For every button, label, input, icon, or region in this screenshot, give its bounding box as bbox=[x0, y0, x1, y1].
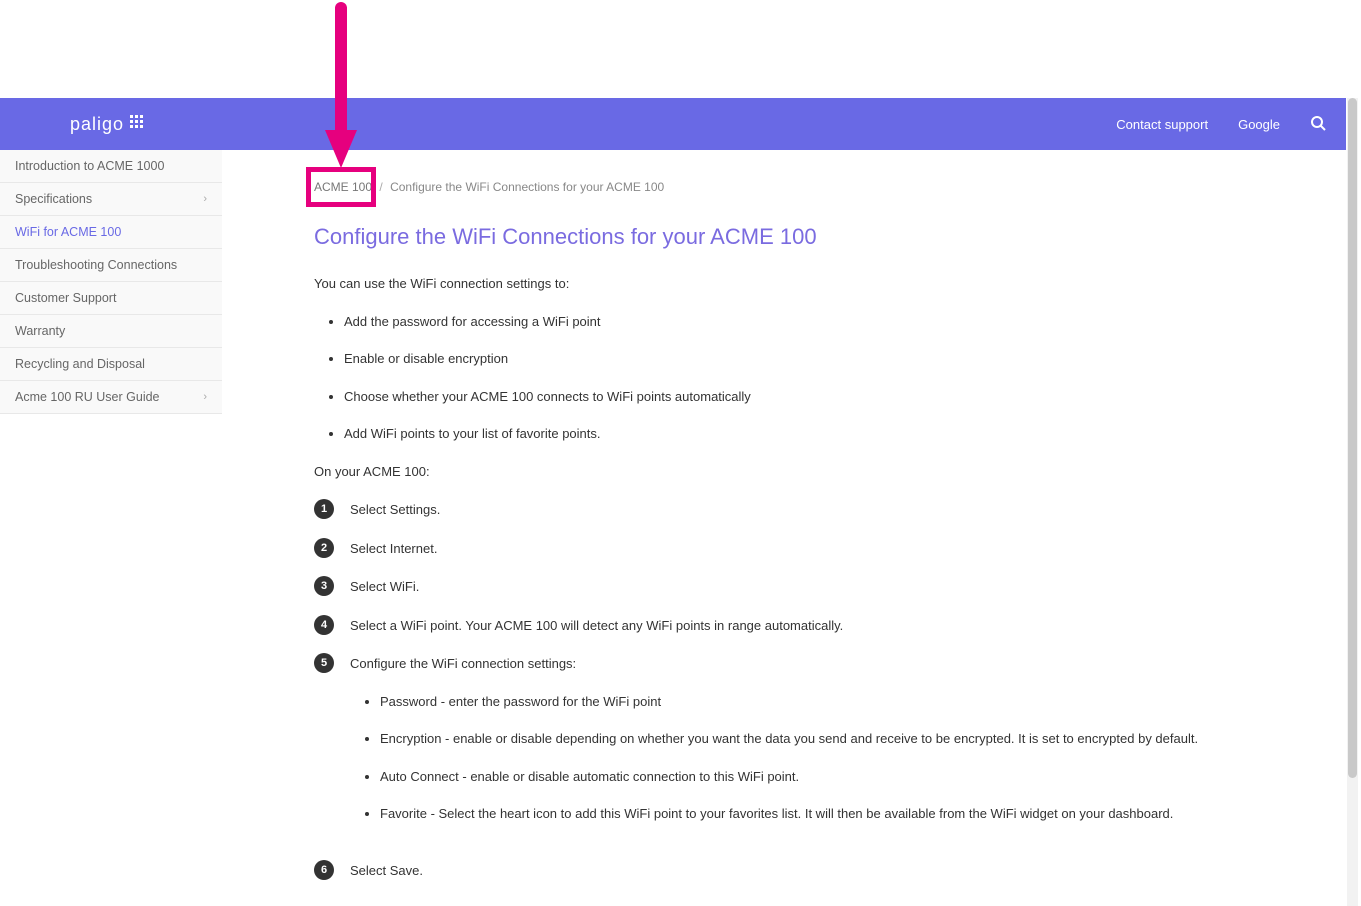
sidebar-item-introduction[interactable]: Introduction to ACME 1000 bbox=[0, 150, 222, 183]
step-text: Select WiFi. bbox=[350, 576, 1306, 597]
step-text: Select Save. bbox=[350, 860, 1306, 881]
step-item: 2 Select Internet. bbox=[314, 538, 1306, 559]
step-text: Select a WiFi point. Your ACME 100 will … bbox=[350, 615, 1306, 636]
breadcrumb: ACME 100 / Configure the WiFi Connection… bbox=[314, 180, 1306, 194]
sidebar-item-label: Specifications bbox=[15, 192, 92, 206]
page-title: Configure the WiFi Connections for your … bbox=[314, 224, 1306, 250]
google-link[interactable]: Google bbox=[1238, 117, 1280, 132]
blank-top-area bbox=[0, 0, 1361, 98]
main-content: ACME 100 / Configure the WiFi Connection… bbox=[222, 150, 1346, 906]
logo[interactable]: paligo bbox=[70, 114, 143, 135]
list-item: Choose whether your ACME 100 connects to… bbox=[344, 387, 1306, 407]
step-item: 1 Select Settings. bbox=[314, 499, 1306, 520]
top-header: paligo Contact support Google bbox=[0, 98, 1346, 150]
sidebar-item-troubleshooting[interactable]: Troubleshooting Connections bbox=[0, 249, 222, 282]
step-item: 6 Select Save. bbox=[314, 860, 1306, 881]
step5-bullet-list: Password - enter the password for the Wi… bbox=[380, 692, 1306, 824]
step-item: 5 Configure the WiFi connection settings… bbox=[314, 653, 1306, 842]
step-text: Select Internet. bbox=[350, 538, 1306, 559]
list-item: Favorite - Select the heart icon to add … bbox=[380, 804, 1306, 824]
numbered-steps: 1 Select Settings. 2 Select Internet. 3 … bbox=[314, 499, 1306, 880]
breadcrumb-current: Configure the WiFi Connections for your … bbox=[390, 180, 664, 194]
sidebar-item-label: Warranty bbox=[15, 324, 65, 338]
chevron-right-icon: › bbox=[203, 391, 207, 403]
list-item: Add WiFi points to your list of favorite… bbox=[344, 424, 1306, 444]
step-number-badge: 6 bbox=[314, 860, 334, 880]
on-device-paragraph: On your ACME 100: bbox=[314, 462, 1306, 482]
intro-bullet-list: Add the password for accessing a WiFi po… bbox=[344, 312, 1306, 444]
sidebar-item-wifi[interactable]: WiFi for ACME 100 bbox=[0, 216, 222, 249]
sidebar-item-label: WiFi for ACME 100 bbox=[15, 225, 121, 239]
breadcrumb-separator: / bbox=[379, 180, 382, 194]
annotation-highlight-box bbox=[306, 167, 376, 207]
sidebar-item-label: Introduction to ACME 1000 bbox=[15, 159, 164, 173]
list-item: Add the password for accessing a WiFi po… bbox=[344, 312, 1306, 332]
logo-dots-icon bbox=[130, 115, 143, 128]
step-item: 4 Select a WiFi point. Your ACME 100 wil… bbox=[314, 615, 1306, 636]
step-text: Select Settings. bbox=[350, 499, 1306, 520]
step-text-line: Configure the WiFi connection settings: bbox=[350, 654, 1306, 674]
sidebar-item-ru-guide[interactable]: Acme 100 RU User Guide › bbox=[0, 381, 222, 414]
sidebar-item-warranty[interactable]: Warranty bbox=[0, 315, 222, 348]
list-item: Enable or disable encryption bbox=[344, 349, 1306, 369]
list-item: Encryption - enable or disable depending… bbox=[380, 729, 1306, 749]
sidebar-item-customer-support[interactable]: Customer Support bbox=[0, 282, 222, 315]
annotation-arrow bbox=[325, 0, 357, 171]
vertical-scrollbar[interactable] bbox=[1347, 98, 1358, 906]
step-item: 3 Select WiFi. bbox=[314, 576, 1306, 597]
contact-support-link[interactable]: Contact support bbox=[1116, 117, 1208, 132]
intro-paragraph: You can use the WiFi connection settings… bbox=[314, 274, 1306, 294]
list-item: Password - enter the password for the Wi… bbox=[380, 692, 1306, 712]
step-number-badge: 5 bbox=[314, 653, 334, 673]
scrollbar-thumb[interactable] bbox=[1348, 98, 1357, 778]
step-text: Configure the WiFi connection settings: … bbox=[350, 653, 1306, 842]
step-number-badge: 4 bbox=[314, 615, 334, 635]
sidebar-item-label: Acme 100 RU User Guide bbox=[15, 390, 160, 404]
logo-text: paligo bbox=[70, 114, 124, 135]
step-number-badge: 3 bbox=[314, 576, 334, 596]
sidebar-item-recycling[interactable]: Recycling and Disposal bbox=[0, 348, 222, 381]
sidebar-item-label: Customer Support bbox=[15, 291, 116, 305]
search-icon[interactable] bbox=[1310, 115, 1326, 134]
step-number-badge: 2 bbox=[314, 538, 334, 558]
sidebar-item-label: Recycling and Disposal bbox=[15, 357, 145, 371]
sidebar-nav: Introduction to ACME 1000 Specifications… bbox=[0, 150, 222, 414]
sidebar-item-specifications[interactable]: Specifications › bbox=[0, 183, 222, 216]
step-number-badge: 1 bbox=[314, 499, 334, 519]
list-item: Auto Connect - enable or disable automat… bbox=[380, 767, 1306, 787]
chevron-right-icon: › bbox=[203, 193, 207, 205]
sidebar-item-label: Troubleshooting Connections bbox=[15, 258, 177, 272]
